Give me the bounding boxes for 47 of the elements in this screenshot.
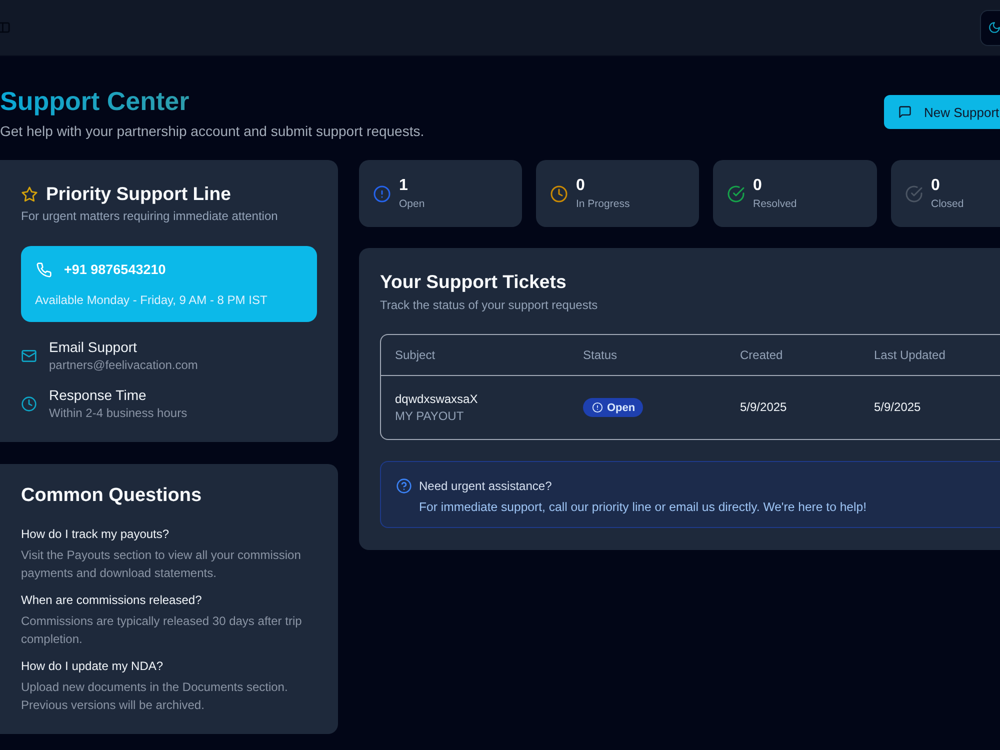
faq-question: How do I track my payouts? (21, 526, 170, 543)
card-title: Your Support Tickets (380, 270, 566, 294)
faq-question: When are commissions released? (21, 592, 202, 609)
theme-toggle-button[interactable] (980, 10, 1000, 46)
faq-answer: Commissions are typically released 30 days after trip completion. (21, 613, 303, 648)
column-header: Last Updated (874, 346, 946, 364)
stat-label: Open (399, 196, 425, 212)
ticket-category: MY PAYOUT (395, 408, 464, 424)
new-support-button[interactable]: New Support (884, 95, 1000, 129)
stat-count: 0 (576, 176, 585, 194)
moon-icon (988, 21, 1000, 34)
page-subtitle: Get help with your partnership account and submit support requests. (0, 122, 424, 141)
mail-icon (21, 348, 37, 364)
notice-text: For immediate support, call our priority line or email us directly. We're here to help! (419, 499, 866, 516)
phone-icon (36, 262, 52, 278)
faq-question: How do I update my NDA? (21, 658, 164, 675)
card-subtitle: For urgent matters requiring immediate attention (21, 208, 278, 225)
hours-text: Available Monday - Friday, 9 AM - 8 PM IST (35, 292, 268, 309)
table-cell: 5/9/2025 (740, 399, 787, 416)
contact-label: Response Time (49, 386, 146, 404)
stat-count: 0 (931, 176, 940, 194)
faq-answer: Upload new documents in the Documents section. Previous versions will be archived. (21, 679, 289, 714)
stat-label: In Progress (576, 196, 630, 212)
ticket-subject: dqwdxswaxsaX (395, 390, 478, 408)
contact-value: Within 2-4 business hours (49, 405, 188, 422)
phone-number: +91 9876543210 (64, 261, 166, 279)
faq-title: Common Questions (21, 484, 202, 508)
column-header: Created (740, 346, 783, 364)
stat-count: 0 (753, 176, 762, 194)
contact-value: partners@feelivacation.com (49, 357, 198, 374)
message-icon (898, 105, 912, 119)
stat-count: 1 (399, 176, 408, 194)
stat-label: Closed (931, 196, 964, 212)
help-icon (396, 478, 412, 494)
column-header: Subject (395, 346, 436, 364)
status-text: Open (607, 402, 636, 414)
contact-label: Email Support (49, 338, 137, 356)
column-header: Status (583, 346, 618, 364)
faq-answer: Visit the Payouts section to view all your commission payments and download statements. (21, 547, 302, 582)
notice-title: Need urgent assistance? (419, 478, 552, 495)
star-icon (21, 186, 38, 202)
card-subtitle: Track the status of your support requests (380, 297, 598, 314)
card-title: Priority Support Line (46, 182, 231, 206)
table-cell: 5/9/2025 (874, 399, 921, 416)
alert-circle-icon (592, 402, 603, 413)
stat-label: Resolved (753, 196, 797, 212)
clock-icon (21, 396, 37, 412)
